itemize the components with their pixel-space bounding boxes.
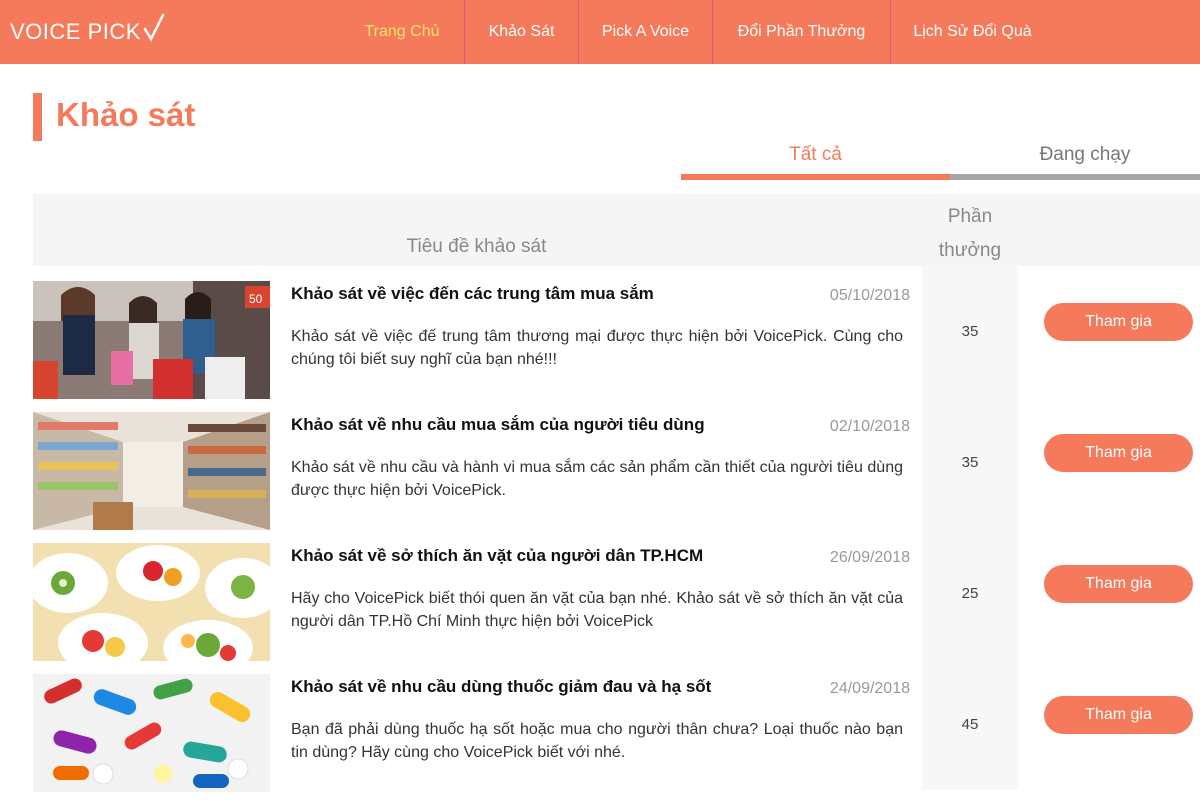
survey-date: 24/09/2018 — [829, 680, 910, 697]
page-title: Khảo sát — [56, 96, 196, 133]
tab-all[interactable]: Tất cả — [681, 144, 950, 166]
pills-capsules-photo[interactable] — [33, 674, 270, 792]
survey-date: 05/10/2018 — [829, 287, 910, 304]
column-header-reward-line2: thưởng — [938, 240, 1002, 261]
logo-text: VOICE PICK — [10, 19, 141, 44]
tab-running-underline — [950, 174, 1200, 180]
voicepick-logo[interactable]: VOICE PICK — [10, 13, 165, 50]
survey-description: Hãy cho VoicePick biết thói quen ăn vặt … — [291, 590, 903, 630]
nav-item-pick-a-voice[interactable]: Pick A Voice — [578, 0, 712, 64]
join-survey-button[interactable]: Tham gia — [1044, 696, 1193, 734]
survey-date: 26/09/2018 — [829, 549, 910, 566]
column-header-title: Tiêu đề khảo sát — [406, 236, 547, 257]
column-header-reward-line1: Phần — [947, 206, 993, 227]
survey-title[interactable]: Khảo sát về nhu cầu mua sắm của người ti… — [291, 415, 705, 435]
tab-all-underline — [681, 174, 950, 180]
table-header: Tiêu đề khảo sát Phần thưởng — [33, 194, 1200, 266]
join-survey-button[interactable]: Tham gia — [1044, 434, 1193, 472]
checkmark-icon — [143, 13, 165, 42]
survey-description: Khảo sát về nhu cầu và hành vi mua sắm c… — [291, 459, 903, 499]
survey-reward: 35 — [922, 266, 1018, 397]
top-navigation-bar: VOICE PICK Trang Chủ Khảo Sát Pick A Voi… — [0, 0, 1200, 64]
shopping-women-photo[interactable]: 50 — [33, 281, 270, 399]
survey-title[interactable]: Khảo sát về sở thích ăn vặt của người dâ… — [291, 546, 703, 566]
survey-title[interactable]: Khảo sát về nhu cầu dùng thuốc giảm đau … — [291, 677, 711, 697]
nav-item-redeem-rewards[interactable]: Đổi Phần Thưởng — [712, 0, 890, 64]
survey-reward: 25 — [922, 528, 1018, 659]
survey-title[interactable]: Khảo sát về việc đến các trung tâm mua s… — [291, 284, 654, 304]
survey-row: Khảo sát về sở thích ăn vặt của người dâ… — [33, 528, 1200, 661]
survey-date: 02/10/2018 — [829, 418, 910, 435]
survey-description: Bạn đã phải dùng thuốc hạ sốt hoặc mua c… — [291, 721, 903, 761]
survey-row: 50 Khảo sát về việc đến các trung tâm mu… — [33, 266, 1200, 399]
main-nav: Trang Chủ Khảo Sát Pick A Voice Đổi Phần… — [340, 0, 1054, 64]
tab-running[interactable]: Đang chạy — [950, 144, 1200, 166]
join-survey-button[interactable]: Tham gia — [1044, 565, 1193, 603]
nav-item-gift-history[interactable]: Lịch Sử Đổi Quà — [890, 0, 1054, 64]
survey-description: Khảo sát về việc đế trung tâm thương mại… — [291, 328, 903, 368]
supermarket-aisle-photo[interactable] — [33, 412, 270, 530]
nav-item-surveys[interactable]: Khảo Sát — [464, 0, 578, 64]
join-survey-button[interactable]: Tham gia — [1044, 303, 1193, 341]
survey-row: Khảo sát về nhu cầu dùng thuốc giảm đau … — [33, 659, 1200, 792]
fruit-salad-photo[interactable] — [33, 543, 270, 661]
survey-reward: 45 — [922, 659, 1018, 790]
svg-text:50: 50 — [249, 292, 263, 306]
nav-item-home[interactable]: Trang Chủ — [340, 0, 464, 64]
column-header-reward: Phần thưởng — [922, 200, 1018, 268]
survey-row: Khảo sát về nhu cầu mua sắm của người ti… — [33, 397, 1200, 530]
title-accent-bar — [33, 93, 42, 141]
survey-reward: 35 — [922, 397, 1018, 528]
